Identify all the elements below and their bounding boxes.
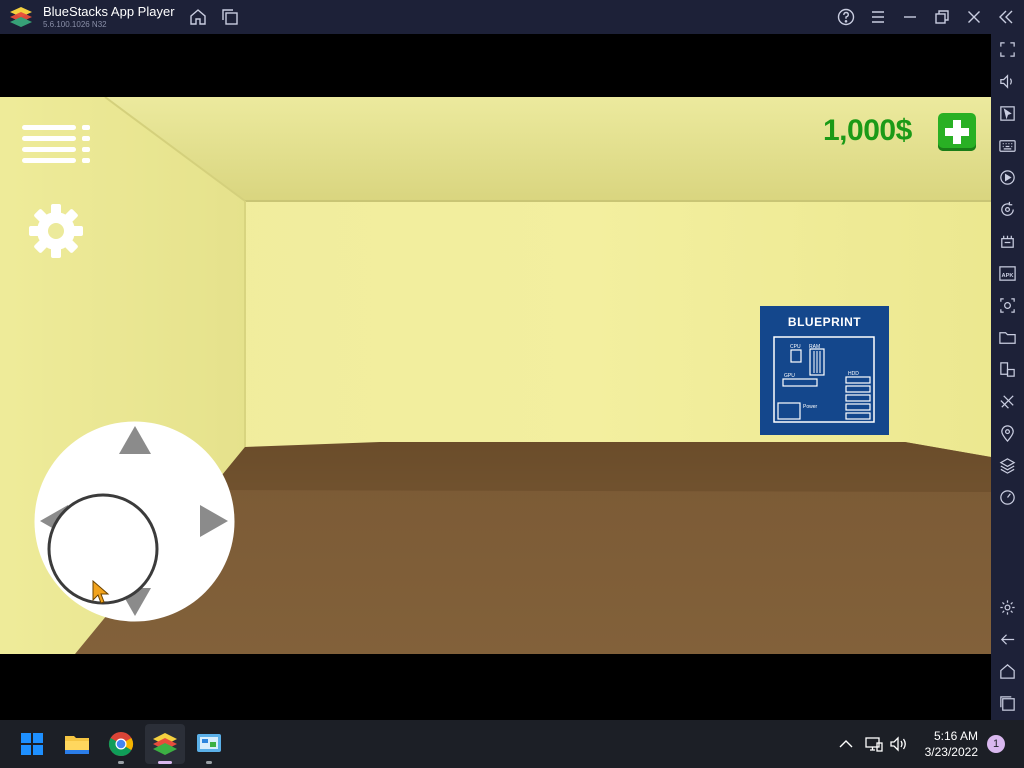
android-home-icon[interactable]: [998, 662, 1017, 681]
chevron-up-icon[interactable]: [836, 734, 856, 754]
blueprint-board[interactable]: CPU RAM GPU HDD Power BLUEPRINT: [760, 306, 889, 435]
multi-device-icon[interactable]: [998, 360, 1017, 379]
gear-icon[interactable]: [28, 203, 84, 259]
app-title: BlueStacks App Player: [43, 4, 175, 19]
active-indicator: [158, 761, 172, 764]
cursor-icon[interactable]: [998, 104, 1017, 123]
eco-icon[interactable]: [998, 392, 1017, 411]
chrome-button[interactable]: [101, 724, 141, 764]
multi-instance-icon[interactable]: [220, 7, 240, 27]
plus-icon: [945, 120, 969, 144]
blueprint-title: BLUEPRINT: [787, 315, 862, 329]
title-bar: BlueStacks App Player 5.6.100.1026 N32: [0, 0, 1024, 34]
layers-icon[interactable]: [998, 456, 1017, 475]
start-button[interactable]: [12, 724, 52, 764]
mouse-pointer-icon: [92, 580, 110, 604]
restore-icon[interactable]: [932, 7, 952, 27]
hdd-label: HDD: [848, 371, 859, 377]
bluestacks-taskbar-button[interactable]: [145, 724, 185, 764]
settings-icon[interactable]: [998, 598, 1017, 617]
rotate-icon[interactable]: [998, 200, 1017, 219]
apk-icon[interactable]: APK: [998, 264, 1017, 283]
screenshot-icon[interactable]: [998, 296, 1017, 315]
ram-label: RAM: [809, 344, 820, 350]
home-icon[interactable]: [188, 7, 208, 27]
help-icon[interactable]: [836, 7, 856, 27]
multi-instance-manager-icon: [197, 734, 221, 752]
location-icon[interactable]: [998, 424, 1017, 443]
multi-instance-manager-button[interactable]: [189, 724, 229, 764]
network-icon[interactable]: [864, 734, 884, 754]
back-icon[interactable]: [998, 630, 1017, 649]
keyboard-icon[interactable]: [998, 136, 1017, 155]
windows-taskbar: [0, 720, 1024, 768]
collapse-sidebar-icon[interactable]: [996, 7, 1016, 27]
running-indicator: [118, 761, 124, 764]
add-money-button[interactable]: [938, 113, 976, 151]
bluestacks-logo: [10, 7, 32, 27]
gpu-label: GPU: [784, 373, 795, 379]
clock-date[interactable]: 3/23/2022: [914, 745, 978, 759]
bluestacks-icon: [153, 733, 177, 755]
macro-icon[interactable]: [998, 232, 1017, 251]
running-indicator: [206, 761, 212, 764]
minimize-icon[interactable]: [900, 7, 920, 27]
chrome-icon: [108, 732, 134, 757]
clock-time[interactable]: 5:16 AM: [928, 729, 978, 743]
start-icon: [21, 733, 43, 755]
cpu-label: CPU: [790, 344, 801, 350]
fullscreen-icon[interactable]: [998, 40, 1017, 59]
power-label: Power: [803, 404, 818, 410]
svg-text:APK: APK: [1001, 273, 1014, 279]
app-version: 5.6.100.1026 N32: [43, 20, 107, 29]
close-icon[interactable]: [964, 7, 984, 27]
bluestacks-sidebar: APK: [991, 34, 1024, 720]
performance-icon[interactable]: [998, 488, 1017, 507]
record-icon[interactable]: [998, 168, 1017, 187]
virtual-joystick[interactable]: [34, 421, 235, 622]
speaker-icon[interactable]: [888, 734, 908, 754]
recent-apps-icon[interactable]: [998, 694, 1017, 713]
notification-badge[interactable]: 1: [987, 735, 1005, 753]
volume-icon[interactable]: [998, 72, 1017, 91]
money-counter: 1,000$: [823, 114, 912, 147]
file-explorer-icon: [65, 736, 89, 754]
folder-icon[interactable]: [998, 328, 1017, 347]
menu-icon[interactable]: [868, 7, 888, 27]
hamburger-icon[interactable]: [22, 125, 92, 163]
file-explorer-button[interactable]: [57, 724, 97, 764]
